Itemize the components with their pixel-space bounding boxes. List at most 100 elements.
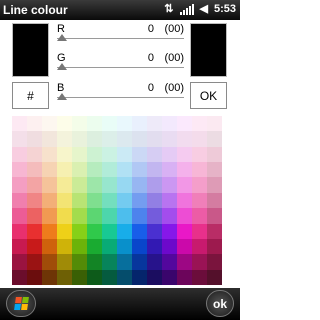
palette-cell[interactable]: [12, 177, 27, 193]
palette-cell[interactable]: [207, 254, 222, 270]
palette-cell[interactable]: [162, 116, 177, 132]
status-area[interactable]: ⇅ ◀ 5:53: [164, 3, 236, 15]
palette-cell[interactable]: [102, 254, 117, 270]
palette-cell[interactable]: [207, 269, 222, 285]
palette-cell[interactable]: [132, 238, 147, 255]
palette-cell[interactable]: [207, 223, 222, 239]
palette-cell[interactable]: [12, 208, 27, 224]
palette-cell[interactable]: [87, 192, 102, 209]
palette-cell[interactable]: [162, 269, 177, 285]
green-track[interactable]: [57, 67, 184, 68]
palette-cell[interactable]: [177, 223, 192, 239]
palette-cell[interactable]: [207, 208, 222, 224]
palette-cell[interactable]: [87, 162, 102, 178]
palette-cell[interactable]: [27, 223, 42, 239]
blue-channel-slider[interactable]: B 0 (00): [57, 82, 184, 108]
palette-cell[interactable]: [27, 254, 42, 270]
palette-cell[interactable]: [192, 131, 207, 147]
palette-cell[interactable]: [147, 208, 162, 224]
palette-cell[interactable]: [207, 131, 222, 147]
palette-cell[interactable]: [102, 116, 117, 132]
palette-cell[interactable]: [12, 131, 27, 147]
palette-cell[interactable]: [27, 131, 42, 147]
palette-cell[interactable]: [42, 192, 57, 209]
palette-cell[interactable]: [147, 223, 162, 239]
ok-button[interactable]: OK: [190, 82, 227, 109]
palette-cell[interactable]: [87, 131, 102, 147]
palette-cell[interactable]: [12, 223, 27, 239]
palette-cell[interactable]: [102, 131, 117, 147]
palette-cell[interactable]: [57, 131, 72, 147]
palette-cell[interactable]: [177, 116, 192, 132]
palette-cell[interactable]: [72, 254, 87, 270]
palette-cell[interactable]: [132, 192, 147, 209]
palette-cell[interactable]: [57, 162, 72, 178]
palette-cell[interactable]: [192, 192, 207, 209]
palette-cell[interactable]: [42, 238, 57, 255]
red-thumb[interactable]: [57, 34, 67, 41]
palette-cell[interactable]: [27, 177, 42, 193]
softkey-ok-button[interactable]: ok: [206, 290, 234, 317]
palette-cell[interactable]: [27, 146, 42, 163]
palette-cell[interactable]: [177, 269, 192, 285]
palette-cell[interactable]: [162, 146, 177, 163]
palette-cell[interactable]: [147, 238, 162, 255]
palette-cell[interactable]: [87, 116, 102, 132]
palette-cell[interactable]: [162, 238, 177, 255]
palette-cell[interactable]: [72, 162, 87, 178]
palette-cell[interactable]: [12, 162, 27, 178]
palette-cell[interactable]: [12, 192, 27, 209]
palette-cell[interactable]: [102, 269, 117, 285]
palette-cell[interactable]: [192, 223, 207, 239]
palette-cell[interactable]: [117, 223, 132, 239]
palette-cell[interactable]: [207, 162, 222, 178]
palette-cell[interactable]: [207, 116, 222, 132]
palette-cell[interactable]: [57, 192, 72, 209]
palette-cell[interactable]: [147, 116, 162, 132]
palette-cell[interactable]: [27, 116, 42, 132]
palette-cell[interactable]: [117, 208, 132, 224]
palette-cell[interactable]: [132, 131, 147, 147]
palette-cell[interactable]: [192, 177, 207, 193]
green-channel-slider[interactable]: G 0 (00): [57, 52, 184, 78]
palette-cell[interactable]: [72, 208, 87, 224]
palette-cell[interactable]: [192, 116, 207, 132]
palette-cell[interactable]: [102, 192, 117, 209]
palette-cell[interactable]: [12, 238, 27, 255]
palette-cell[interactable]: [162, 162, 177, 178]
hex-entry-button[interactable]: #: [12, 82, 49, 109]
palette-cell[interactable]: [207, 238, 222, 255]
palette-cell[interactable]: [102, 238, 117, 255]
palette-cell[interactable]: [192, 269, 207, 285]
palette-cell[interactable]: [132, 177, 147, 193]
palette-cell[interactable]: [117, 254, 132, 270]
palette-cell[interactable]: [147, 269, 162, 285]
palette-cell[interactable]: [177, 131, 192, 147]
palette-cell[interactable]: [117, 146, 132, 163]
palette-cell[interactable]: [27, 192, 42, 209]
palette-cell[interactable]: [57, 254, 72, 270]
palette-cell[interactable]: [207, 192, 222, 209]
palette-cell[interactable]: [27, 162, 42, 178]
palette-cell[interactable]: [87, 208, 102, 224]
colour-palette[interactable]: [12, 116, 222, 285]
palette-cell[interactable]: [87, 254, 102, 270]
palette-cell[interactable]: [42, 223, 57, 239]
blue-track[interactable]: [57, 97, 184, 98]
palette-cell[interactable]: [12, 146, 27, 163]
palette-cell[interactable]: [177, 192, 192, 209]
palette-cell[interactable]: [87, 146, 102, 163]
palette-cell[interactable]: [42, 254, 57, 270]
green-thumb[interactable]: [57, 63, 67, 70]
palette-cell[interactable]: [72, 223, 87, 239]
palette-cell[interactable]: [117, 238, 132, 255]
palette-cell[interactable]: [102, 162, 117, 178]
palette-cell[interactable]: [42, 177, 57, 193]
palette-cell[interactable]: [72, 269, 87, 285]
palette-cell[interactable]: [72, 131, 87, 147]
palette-cell[interactable]: [57, 238, 72, 255]
palette-cell[interactable]: [177, 177, 192, 193]
palette-cell[interactable]: [42, 269, 57, 285]
palette-cell[interactable]: [117, 192, 132, 209]
palette-cell[interactable]: [192, 162, 207, 178]
